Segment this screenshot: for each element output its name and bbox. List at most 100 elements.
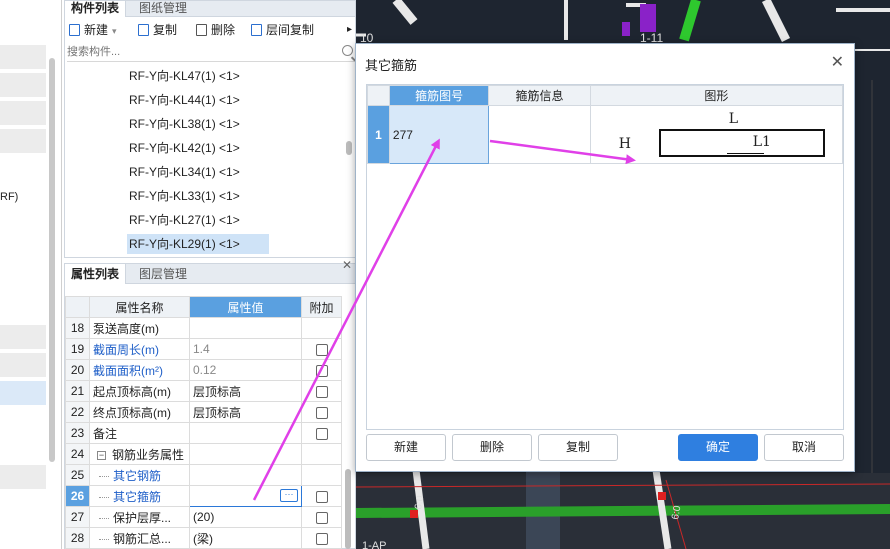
left-strip-cell[interactable] (0, 129, 46, 153)
row-number: 20 (65, 359, 90, 381)
row-number[interactable]: 1 (367, 105, 390, 164)
left-strip-cell[interactable] (0, 325, 46, 349)
component-list-scrollbar[interactable] (346, 141, 352, 155)
property-name-label: 截面面积(m²) (93, 363, 163, 378)
attach-checkbox[interactable] (315, 532, 328, 545)
collapse-icon[interactable]: − (97, 450, 106, 460)
shape-header[interactable]: 图形 (589, 85, 844, 106)
attach-cell[interactable] (301, 401, 342, 423)
table-row[interactable]: 1 277 L H L1 (367, 105, 844, 164)
property-value-cell[interactable]: 0.12 (189, 359, 302, 381)
table-row[interactable]: 19 截面周长(m) 1.4 (65, 338, 342, 360)
attach-checkbox[interactable] (315, 406, 328, 419)
component-search-input[interactable] (67, 42, 337, 62)
property-list-panel: 属性列表 图层管理 ✕ 属性名称 属性值 附加 18 泵送高度(m) 19 截面周长(… (64, 258, 356, 549)
search-icon[interactable] (342, 45, 353, 56)
component-panel-tabs: 构件列表 图纸管理 (65, 1, 355, 17)
attach-cell[interactable] (301, 338, 342, 360)
property-value-cell[interactable] (189, 422, 302, 444)
property-name-label: 截面周长(m) (93, 342, 159, 357)
stirrup-code-header[interactable]: 箍筋图号 (388, 85, 490, 106)
new-component-button[interactable]: 新建 ▾ (69, 21, 117, 39)
property-value-text: (梁) (193, 531, 213, 546)
attach-checkbox[interactable] (315, 490, 328, 503)
delete-component-button[interactable]: 删除 (196, 21, 235, 39)
table-row[interactable]: 26 其它箍筋 ··· (65, 485, 342, 507)
tab-component-list[interactable]: 构件列表 (65, 1, 127, 17)
attach-cell[interactable] (301, 506, 342, 528)
panel-close-icon[interactable]: ✕ (342, 258, 352, 272)
stirrup-table-container: 箍筋图号 箍筋信息 图形 1 277 L H L1 (366, 84, 844, 430)
component-tree-item[interactable]: RF-Y向-KL42(1) <1> (127, 138, 242, 158)
component-tree-item[interactable]: RF-Y向-KL33(1) <1> (127, 186, 242, 206)
table-row[interactable]: 18 泵送高度(m) (65, 317, 342, 339)
row-number: 26 (65, 485, 90, 507)
attach-checkbox[interactable] (315, 343, 328, 356)
attach-checkbox[interactable] (315, 427, 328, 440)
row-number-header (65, 296, 90, 318)
other-stirrup-dialog: 其它箍筋 ✕ 箍筋图号 箍筋信息 图形 1 277 L H L1 新建 删除 复… (355, 43, 855, 472)
attach-cell[interactable] (301, 527, 342, 549)
floor-copy-button[interactable]: 层间复制 (251, 21, 314, 39)
attach-cell[interactable] (301, 485, 342, 507)
property-panel-tabs: 属性列表 图层管理 (65, 264, 355, 284)
stirrup-code-cell[interactable]: 277 (388, 105, 490, 164)
property-value-cell[interactable] (189, 317, 302, 339)
ellipsis-button[interactable]: ··· (280, 489, 298, 502)
property-value-cell[interactable]: 层顶标高 (189, 380, 302, 402)
left-strip-cell[interactable] (0, 73, 46, 97)
left-strip-cell-selected[interactable] (0, 381, 46, 405)
component-tree-item[interactable]: RF-Y向-KL29(1) <1> (127, 234, 269, 254)
copy-component-button[interactable]: 复制 (138, 21, 177, 39)
copy-row-button[interactable]: 复制 (538, 434, 618, 461)
component-tree-item[interactable]: RF-Y向-KL38(1) <1> (127, 114, 242, 134)
component-tree-item[interactable]: RF-Y向-KL47(1) <1> (127, 66, 242, 86)
left-strip-cell[interactable] (0, 465, 46, 489)
property-value-cell[interactable] (189, 443, 302, 465)
component-tree-item[interactable]: RF-Y向-KL44(1) <1> (127, 90, 242, 110)
table-row[interactable]: 24− 钢筋业务属性 (65, 443, 342, 465)
ok-button[interactable]: 确定 (678, 434, 758, 461)
property-value-header: 属性值 (189, 296, 302, 318)
attach-cell[interactable] (301, 359, 342, 381)
table-row[interactable]: 28 钢筋汇总... (梁) (65, 527, 342, 549)
attach-checkbox[interactable] (315, 511, 328, 524)
stirrup-shape-cell[interactable]: L H L1 (589, 105, 844, 164)
delete-row-button[interactable]: 删除 (452, 434, 532, 461)
toolbar-more-button[interactable]: ▸ (347, 21, 352, 39)
attach-checkbox[interactable] (315, 364, 328, 377)
left-strip-cell[interactable] (0, 353, 46, 377)
left-strip-cell[interactable] (0, 45, 46, 69)
property-value-cell[interactable]: (梁) (189, 527, 302, 549)
property-list-scrollbar[interactable] (345, 469, 351, 549)
table-row[interactable]: 23 备注 (65, 422, 342, 444)
table-row[interactable]: 25 其它钢筋 (65, 464, 342, 486)
property-value-cell[interactable] (189, 464, 302, 486)
component-tree-item[interactable]: RF-Y向-KL34(1) <1> (127, 162, 242, 182)
table-row[interactable]: 27 保护层厚... (20) (65, 506, 342, 528)
attach-cell[interactable] (301, 422, 342, 444)
table-row[interactable]: 21 起点顶标高(m) 层顶标高 (65, 380, 342, 402)
left-strip-scrollbar[interactable] (49, 58, 55, 462)
tab-layer-management[interactable]: 图层管理 (133, 264, 193, 284)
table-row[interactable]: 22 终点顶标高(m) 层顶标高 (65, 401, 342, 423)
cancel-button[interactable]: 取消 (764, 434, 844, 461)
attach-cell[interactable] (301, 380, 342, 402)
property-value-text: 层顶标高 (193, 384, 242, 399)
copy-icon (138, 24, 149, 36)
left-strip-cell[interactable] (0, 101, 46, 125)
property-value-cell[interactable]: 1.4 (189, 338, 302, 360)
property-value-cell[interactable]: (20) (189, 506, 302, 528)
component-tree-item[interactable]: RF-Y向-KL27(1) <1> (127, 210, 242, 230)
dialog-close-icon[interactable]: ✕ (831, 52, 844, 72)
attach-checkbox[interactable] (315, 385, 328, 398)
table-row[interactable]: 20 截面面积(m²) 0.12 (65, 359, 342, 381)
property-value-cell[interactable]: 层顶标高 (189, 401, 302, 423)
tab-drawing-management[interactable]: 图纸管理 (133, 1, 193, 17)
property-value-cell[interactable]: ··· (189, 485, 302, 507)
row-number: 18 (65, 317, 90, 339)
stirrup-info-header[interactable]: 箍筋信息 (488, 85, 591, 106)
tab-property-list[interactable]: 属性列表 (65, 264, 127, 284)
stirrup-info-cell[interactable] (488, 105, 591, 164)
new-row-button[interactable]: 新建 (366, 434, 446, 461)
